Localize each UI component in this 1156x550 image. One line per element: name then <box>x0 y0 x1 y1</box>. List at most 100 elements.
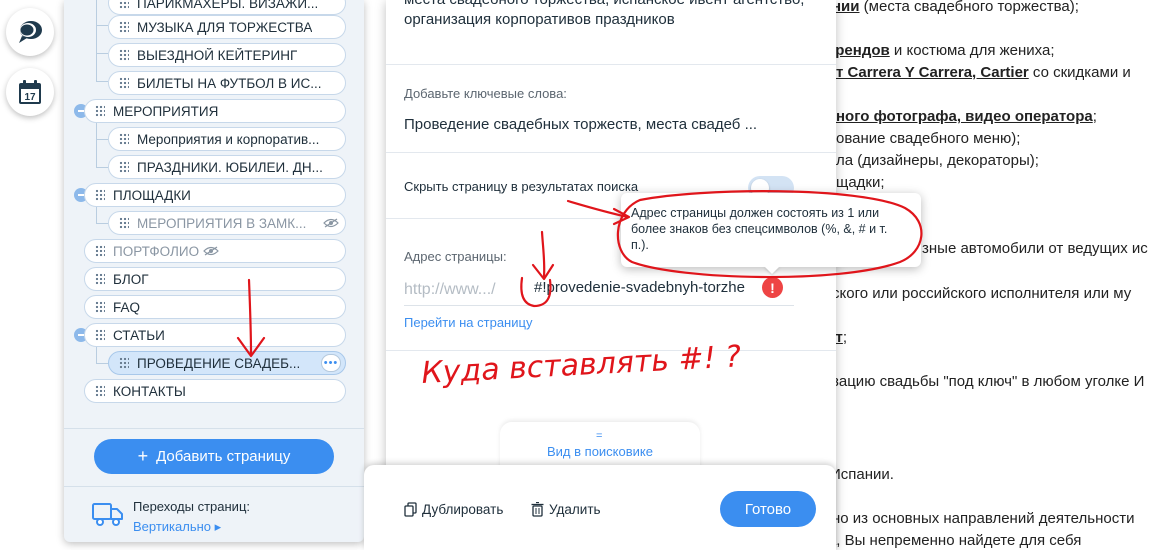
seo-settings-panel: места свадебного торжества, испанское ив… <box>364 0 836 550</box>
hide-in-search-label: Скрыть страницу в результатах поиска <box>404 179 639 194</box>
trash-icon <box>531 502 544 517</box>
drag-handle-icon[interactable] <box>95 105 105 117</box>
page-item-label: Мероприятия и корпоратив... <box>137 131 320 147</box>
delete-label: Удалить <box>549 502 601 517</box>
bg-text-run: ла (дизайнеры, декораторы); <box>836 152 1039 169</box>
page-item-events[interactable]: МЕРОПРИЯТИЯ <box>84 99 346 123</box>
bg-line: т Carrera Y Carrera, Cartier со скидками… <box>836 64 1131 82</box>
drag-handle-icon[interactable] <box>95 189 105 201</box>
tooltip-arrow <box>764 266 780 274</box>
page-item-label: ВЫЕЗДНОЙ КЕЙТЕРИНГ <box>137 47 298 63</box>
duplicate-icon <box>404 502 417 517</box>
hidden-eye-icon <box>203 246 219 256</box>
chat-bubbles-icon <box>19 21 42 43</box>
page-item-castle-events[interactable]: МЕРОПРИЯТИЯ В ЗАМК... <box>108 211 346 235</box>
page-item-label: МУЗЫКА ДЛЯ ТОРЖЕСТВА <box>137 19 313 35</box>
pages-panel: ПАРИКМАХЕРЫ. ВИЗАЖИ... МУЗЫКА ДЛЯ ТОРЖЕС… <box>64 0 364 542</box>
hidden-eye-icon <box>323 218 339 228</box>
drag-handle-icon[interactable] <box>95 273 105 285</box>
page-url-prefix: http://www.../ <box>404 281 496 298</box>
page-item-label: ПАРИКМАХЕРЫ. ВИЗАЖИ... <box>137 0 319 11</box>
drag-handle-icon[interactable] <box>95 301 105 313</box>
drag-handle-icon[interactable] <box>119 0 129 9</box>
bg-line: зацию свадьбы "под ключ" в любом уголке … <box>832 373 1144 391</box>
drag-handle-icon[interactable] <box>119 77 129 89</box>
page-item-label: БЛОГ <box>113 271 149 287</box>
drag-handle-icon[interactable] <box>95 245 105 257</box>
bg-text-run: щадки; <box>836 174 885 191</box>
drag-handle-icon[interactable] <box>119 133 129 145</box>
page-item-hairdressers[interactable]: ПАРИКМАХЕРЫ. ВИЗАЖИ... <box>108 0 346 15</box>
bg-text-run: ование свадебного меню); <box>836 130 1021 147</box>
page-transitions-select[interactable]: Вертикально ▸ <box>133 519 221 535</box>
go-to-page-link[interactable]: Перейти на страницу <box>404 315 532 330</box>
bg-line: ла (дизайнеры, декораторы); <box>836 152 1039 170</box>
page-transitions-title: Переходы страниц: <box>133 499 250 514</box>
page-item-label: ПОРТФОЛИО <box>113 243 200 259</box>
bg-text-run: со скидками и <box>1028 64 1131 81</box>
page-item-label: ПРАЗДНИКИ. ЮБИЛЕИ. ДН... <box>137 159 323 175</box>
page-url-label: Адрес страницы: <box>404 249 507 264</box>
page-item-wedding-selected[interactable]: ПРОВЕДЕНИЕ СВАДЕБ... ••• <box>108 351 346 375</box>
section-divider <box>386 64 836 65</box>
page-item-corporate-events[interactable]: Мероприятия и корпоратив... <box>108 127 346 151</box>
bg-text-run: ; <box>842 329 848 346</box>
done-button[interactable]: Готово <box>720 491 816 527</box>
page-item-label: МЕРОПРИЯТИЯ <box>113 103 219 119</box>
delete-button[interactable]: Удалить <box>531 502 601 517</box>
add-page-button[interactable]: + Добавить страницу <box>94 439 334 474</box>
bg-line: ование свадебного меню); <box>836 130 1020 148</box>
bg-line: но из основных направлений деятельности <box>832 510 1134 528</box>
search-preview-label: Вид в поисковике <box>547 444 653 459</box>
page-item-music[interactable]: МУЗЫКА ДЛЯ ТОРЖЕСТВА <box>108 15 346 39</box>
drag-handle-icon[interactable] <box>119 217 129 229</box>
chat-button[interactable] <box>6 8 54 56</box>
drag-handle-icon[interactable] <box>119 49 129 61</box>
calendar-button[interactable]: 17 <box>6 68 54 116</box>
seo-panel-footer: Дублировать Удалить Готово <box>364 465 836 550</box>
bg-line: нии (места свадебного торжества); <box>832 0 1079 16</box>
drag-handle-icon[interactable] <box>119 357 129 369</box>
page-item-articles[interactable]: СТАТЬИ <box>84 323 346 347</box>
section-divider <box>386 152 836 153</box>
page-item-label: МЕРОПРИЯТИЯ В ЗАМК... <box>137 215 307 231</box>
bg-text-run: нии <box>832 0 860 15</box>
bg-line: брендов и костюма для жениха; <box>826 42 1055 60</box>
bg-text-run: т Carrera Y Carrera, Cartier <box>836 64 1029 81</box>
page-item-blog[interactable]: БЛОГ <box>84 267 346 291</box>
bg-text-run: ; <box>1092 108 1097 125</box>
error-icon[interactable]: ! <box>762 277 783 298</box>
page-url-input[interactable]: #!provedenie-svadebnyh-torzhe <box>524 276 792 302</box>
drag-handle-icon[interactable] <box>95 329 105 341</box>
bg-text-run: но из основных направлений деятельности <box>832 510 1135 527</box>
panel-divider <box>64 486 364 487</box>
page-item-label: ПЛОЩАДКИ <box>113 187 191 203</box>
keywords-input[interactable]: Проведение свадебных торжеств, места сва… <box>404 116 794 133</box>
page-item-football-tickets[interactable]: БИЛЕТЫ НА ФУТБОЛ В ИС... <box>108 71 346 95</box>
bg-text-run: зацию свадьбы "под ключ" в любом уголке … <box>832 373 1145 390</box>
bg-text-run: зные автомобили от ведущих ис <box>922 240 1148 257</box>
page-item-venues[interactable]: ПЛОЩАДКИ <box>84 183 346 207</box>
bg-line: ного фотографа, видео оператора; <box>836 108 1097 126</box>
page-item-label: БИЛЕТЫ НА ФУТБОЛ В ИС... <box>137 75 322 91</box>
bg-line: Испании. <box>830 466 894 484</box>
page-item-holidays[interactable]: ПРАЗДНИКИ. ЮБИЛЕИ. ДН... <box>108 155 346 179</box>
seo-description-text[interactable]: места свадебного торжества, испанское ив… <box>404 0 814 30</box>
page-item-portfolio[interactable]: ПОРТФОЛИО <box>84 239 346 263</box>
page-more-options-button[interactable]: ••• <box>321 354 341 372</box>
tab-handle-icon: = <box>596 430 603 442</box>
drag-handle-icon[interactable] <box>95 385 105 397</box>
bg-line: зные автомобили от ведущих ис <box>922 240 1148 258</box>
page-item-faq[interactable]: FAQ <box>84 295 346 319</box>
bg-text-run: и костюма для жениха; <box>889 42 1055 59</box>
bg-text-run: Испании. <box>830 466 894 483</box>
bg-line: ского или российского исполнителя или му <box>832 285 1131 303</box>
page-item-label: СТАТЬИ <box>113 327 165 343</box>
calendar-icon: 17 <box>19 80 41 104</box>
drag-handle-icon[interactable] <box>119 21 129 33</box>
page-item-contacts[interactable]: КОНТАКТЫ <box>84 379 346 403</box>
page-item-catering[interactable]: ВЫЕЗДНОЙ КЕЙТЕРИНГ <box>108 43 346 67</box>
duplicate-button[interactable]: Дублировать <box>404 502 503 517</box>
duplicate-label: Дублировать <box>422 502 504 517</box>
drag-handle-icon[interactable] <box>119 161 129 173</box>
